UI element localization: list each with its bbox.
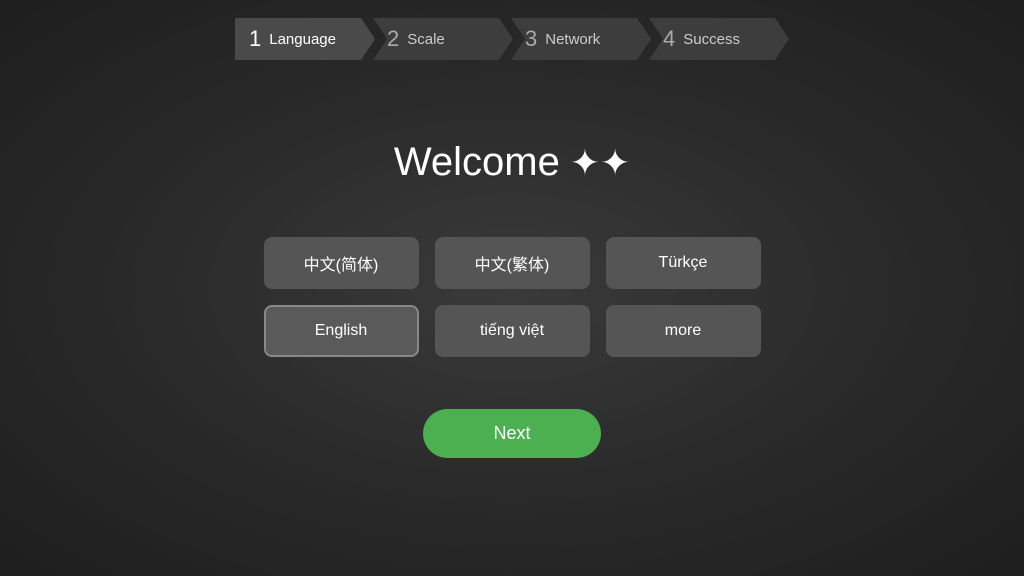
step-3-label: Network (545, 31, 600, 48)
sparkle-icon: ✦✦ (570, 142, 630, 184)
lang-btn-more[interactable]: more (606, 305, 761, 357)
step-4: 4 Success (649, 18, 789, 60)
language-grid: 中文(简体) 中文(繁体) Türkçe English tiếng việt … (264, 237, 761, 357)
step-3: 3 Network (511, 18, 651, 60)
step-4-label: Success (683, 31, 740, 48)
step-3-number: 3 (525, 26, 537, 52)
welcome-title: Welcome ✦✦ (394, 140, 630, 185)
welcome-text: Welcome (394, 140, 560, 185)
next-button[interactable]: Next (423, 409, 600, 458)
step-2: 2 Scale (373, 18, 513, 60)
stepper: 1 Language 2 Scale 3 Network 4 Success (235, 18, 789, 60)
lang-btn-zh-hans[interactable]: 中文(简体) (264, 237, 419, 289)
step-1-label: Language (269, 31, 336, 48)
step-4-number: 4 (663, 26, 675, 52)
step-1: 1 Language (235, 18, 375, 60)
step-2-label: Scale (407, 31, 445, 48)
welcome-section: Welcome ✦✦ (394, 140, 630, 185)
lang-btn-zh-hant[interactable]: 中文(繁体) (435, 237, 590, 289)
lang-btn-vi[interactable]: tiếng việt (435, 305, 590, 357)
lang-btn-tr[interactable]: Türkçe (606, 237, 761, 289)
step-2-number: 2 (387, 26, 399, 52)
step-1-number: 1 (249, 26, 261, 52)
lang-btn-en[interactable]: English (264, 305, 419, 357)
